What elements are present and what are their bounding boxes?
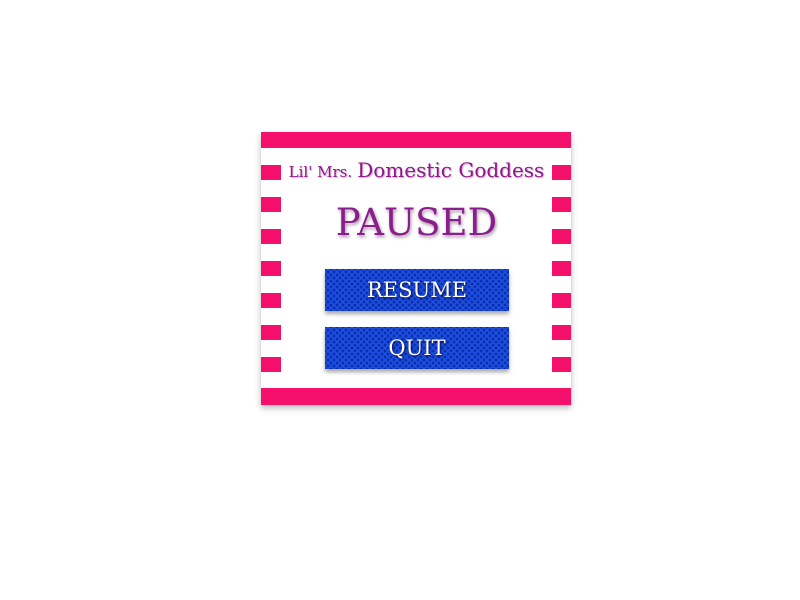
- frame-right-stripes: [552, 148, 571, 388]
- quit-button[interactable]: QUIT: [325, 327, 509, 369]
- frame-bottom-bar: [261, 388, 571, 405]
- frame-top-bar: [261, 132, 571, 148]
- game-title-prefix: Lil' Mrs.: [288, 163, 353, 181]
- game-title-main: Domestic Goddess: [357, 158, 545, 182]
- game-screen: Lil' Mrs. Domestic Goddess PAUSED RESUME…: [0, 0, 800, 600]
- pause-dialog: Lil' Mrs. Domestic Goddess PAUSED RESUME…: [261, 132, 571, 405]
- frame-left-stripes: [261, 148, 281, 388]
- resume-button[interactable]: RESUME: [325, 269, 509, 311]
- paused-heading: PAUSED: [335, 201, 498, 244]
- game-title: Lil' Mrs. Domestic Goddess: [281, 158, 552, 188]
